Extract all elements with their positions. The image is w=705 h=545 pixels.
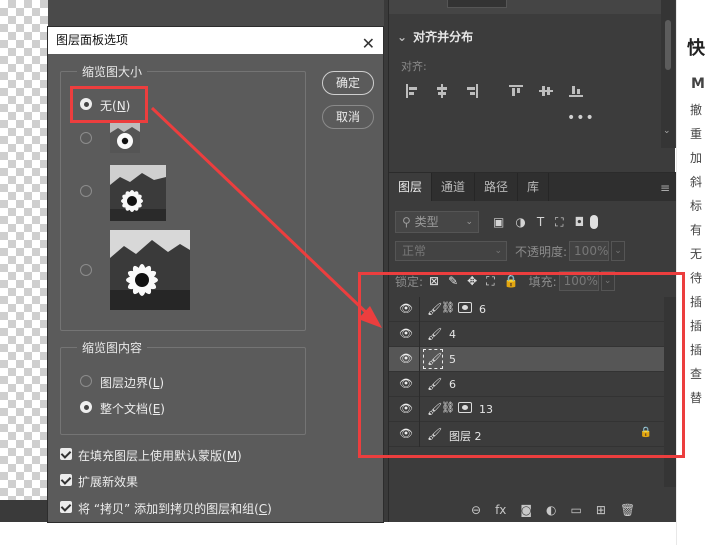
sidebar-link[interactable]: 撤 bbox=[690, 101, 702, 118]
thumbnail-content-label: 缩览图内容 bbox=[77, 339, 148, 356]
fx-icon[interactable]: fx bbox=[495, 503, 506, 517]
sidebar-title: 快 bbox=[687, 38, 705, 59]
sidebar-link[interactable]: 标 bbox=[690, 197, 702, 214]
blend-mode-value: 正常 bbox=[402, 244, 427, 258]
align-panel-title: 对齐并分布 bbox=[413, 30, 474, 44]
sidebar-link[interactable]: 插 bbox=[690, 317, 702, 334]
smart-object-filter-icon[interactable]: ◘ bbox=[575, 215, 585, 230]
filter-toggle[interactable] bbox=[590, 215, 599, 229]
align-top-icon[interactable] bbox=[509, 84, 523, 98]
sidebar-link[interactable]: 无 bbox=[690, 245, 702, 262]
add-mask-icon[interactable]: ◙ bbox=[520, 503, 532, 517]
tab-layers[interactable]: 图层 bbox=[389, 173, 433, 201]
expand-effects-label[interactable]: 扩展新效果 bbox=[78, 473, 138, 490]
thumb-small-radio[interactable] bbox=[80, 132, 92, 144]
canvas-top-bar bbox=[48, 0, 388, 28]
opacity-label: 不透明度: bbox=[515, 244, 568, 259]
tab-libraries[interactable]: 库 bbox=[518, 173, 550, 201]
filter-icons: ▣ ◑ T ⛶ ◘ bbox=[493, 215, 584, 230]
thumbnail-size-label: 缩览图大小 bbox=[77, 63, 148, 80]
align-subhead: 对齐: bbox=[401, 60, 427, 73]
layer-bounds-radio[interactable] bbox=[80, 375, 92, 387]
close-icon[interactable]: ✕ bbox=[362, 30, 375, 57]
panel-menu-icon[interactable]: ≡ bbox=[660, 181, 670, 195]
layer-bounds-label[interactable]: 图层边界(L) bbox=[100, 374, 164, 391]
add-copy-label[interactable]: 将 “拷贝” 添加到拷贝的图层和组(C) bbox=[78, 500, 272, 517]
chevron-down-icon: ⌄ bbox=[397, 30, 408, 44]
layers-bottom-bar: ⊖ fx ◙ ◐ ▭ ⊞ 🗑 bbox=[389, 497, 676, 523]
shape-filter-icon[interactable]: ⛶ bbox=[555, 215, 563, 230]
default-mask-checkbox[interactable] bbox=[60, 448, 72, 460]
adjustment-filter-icon[interactable]: ◑ bbox=[515, 215, 525, 230]
thumb-medium-image[interactable] bbox=[110, 165, 166, 221]
sidebar-link[interactable]: 查 bbox=[690, 365, 702, 382]
chevron-down-icon[interactable]: ⌄ bbox=[663, 126, 671, 136]
sidebar-link[interactable]: 重 bbox=[690, 125, 702, 142]
adjustment-layer-icon[interactable]: ◐ bbox=[546, 503, 556, 517]
align-right-icon[interactable] bbox=[465, 84, 479, 98]
align-left-icon[interactable] bbox=[405, 84, 419, 98]
dialog-title-bar: 图层面板选项 ✕ bbox=[48, 27, 383, 54]
cancel-button[interactable]: 取消 bbox=[322, 105, 374, 129]
default-mask-label[interactable]: 在填充图层上使用默认蒙版(M) bbox=[78, 447, 242, 464]
more-options-icon[interactable]: ••• bbox=[567, 110, 595, 126]
new-group-icon[interactable]: ▭ bbox=[571, 503, 582, 517]
transparent-canvas bbox=[0, 0, 48, 500]
thumb-large-image[interactable] bbox=[110, 230, 190, 310]
thumb-small-image[interactable] bbox=[110, 123, 140, 153]
image-filter-icon[interactable]: ▣ bbox=[493, 215, 504, 230]
thumb-medium-radio[interactable] bbox=[80, 185, 92, 197]
tab-paths[interactable]: 路径 bbox=[475, 173, 519, 201]
highlight-layers-list bbox=[358, 272, 685, 458]
align-bottom-icon[interactable] bbox=[569, 84, 583, 98]
properties-strip bbox=[389, 0, 664, 14]
type-filter-icon[interactable]: T bbox=[537, 215, 544, 230]
align-scrollbar[interactable]: ⌄ bbox=[661, 0, 675, 148]
chevron-down-icon: ⌄ bbox=[494, 246, 502, 256]
whole-document-label[interactable]: 整个文档(E) bbox=[100, 400, 165, 417]
trash-icon[interactable]: 🗑 bbox=[620, 503, 635, 517]
sidebar-link[interactable]: 替 bbox=[690, 389, 702, 406]
link-layers-icon[interactable]: ⊖ bbox=[471, 503, 481, 517]
expand-effects-checkbox[interactable] bbox=[60, 474, 72, 486]
chevron-down-icon: ⌄ bbox=[465, 217, 473, 227]
opacity-dropdown-icon[interactable]: ⌄ bbox=[611, 241, 626, 261]
whole-document-radio[interactable] bbox=[80, 401, 92, 413]
align-distribute-panel: ⌄ 对齐并分布 对齐: ••• ⌄ bbox=[389, 0, 676, 148]
sidebar-link[interactable]: 有 bbox=[690, 221, 702, 238]
blend-row: 正常 ⌄ 不透明度: 100% ⌄ bbox=[395, 241, 626, 261]
sidebar-subtitle: M bbox=[691, 76, 705, 92]
filter-kind-label: 类型 bbox=[414, 215, 439, 229]
sidebar-link[interactable]: 斜 bbox=[690, 173, 702, 190]
align-hcenter-icon[interactable] bbox=[435, 84, 449, 98]
opacity-field[interactable]: 100% bbox=[569, 241, 610, 261]
search-icon: ⚲ bbox=[402, 215, 411, 229]
filter-row: ⚲ 类型 ⌄ ▣ ◑ T ⛶ ◘ bbox=[395, 211, 599, 233]
thumbnail-content-group: 缩览图内容 bbox=[60, 339, 306, 435]
highlight-none-option bbox=[70, 86, 148, 123]
thumb-large-radio[interactable] bbox=[80, 264, 92, 276]
add-copy-checkbox[interactable] bbox=[60, 501, 72, 513]
sidebar-link[interactable]: 插 bbox=[690, 293, 702, 310]
layers-tabs: 图层 通道 路径 库 bbox=[389, 173, 676, 201]
new-layer-icon[interactable]: ⊞ bbox=[596, 503, 606, 517]
sidebar-link[interactable]: 插 bbox=[690, 341, 702, 358]
ok-button[interactable]: 确定 bbox=[322, 71, 374, 95]
filter-kind-select[interactable]: ⚲ 类型 ⌄ bbox=[395, 211, 479, 233]
tab-channels[interactable]: 通道 bbox=[432, 173, 476, 201]
sidebar-link[interactable]: 加 bbox=[690, 149, 702, 166]
align-panel-header[interactable]: ⌄ 对齐并分布 bbox=[397, 28, 473, 45]
align-vcenter-icon[interactable] bbox=[539, 84, 553, 98]
sidebar-link[interactable]: 待 bbox=[690, 269, 702, 286]
dialog-title: 图层面板选项 bbox=[56, 33, 129, 47]
blend-mode-select[interactable]: 正常 ⌄ bbox=[395, 241, 507, 261]
properties-field[interactable] bbox=[447, 0, 507, 8]
align-buttons bbox=[405, 84, 583, 98]
